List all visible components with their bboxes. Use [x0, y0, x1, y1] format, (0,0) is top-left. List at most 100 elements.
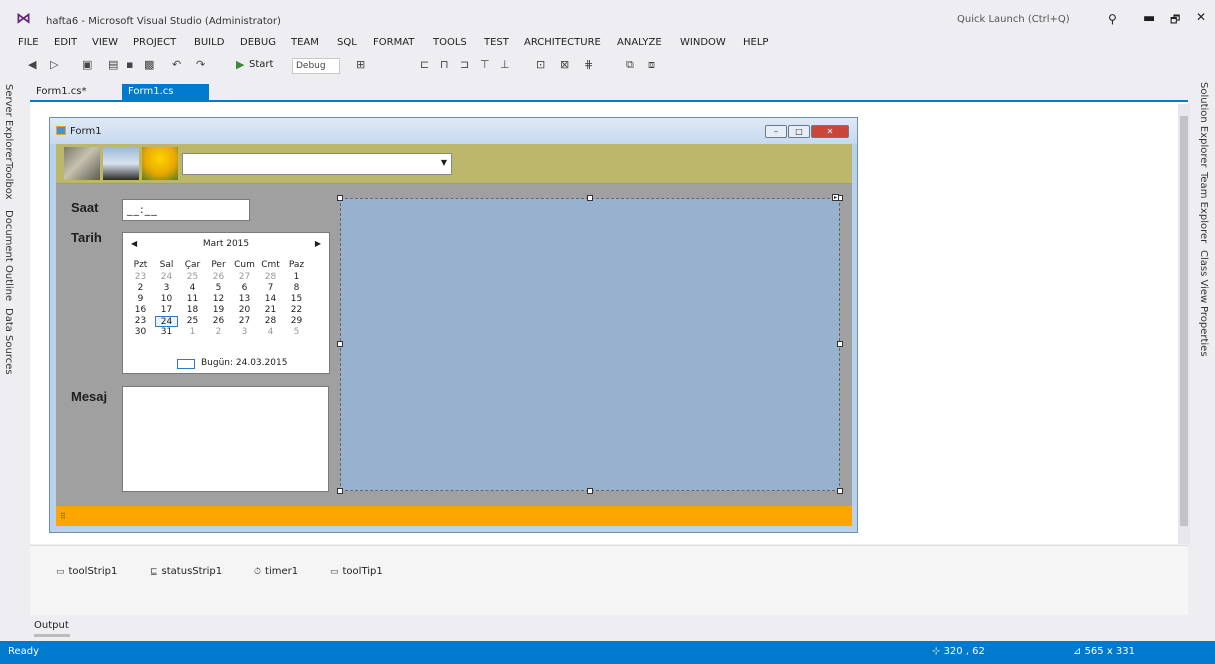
calendar-day[interactable]: 1 — [181, 327, 204, 338]
start-icon[interactable]: ▶ — [236, 56, 244, 74]
menu-build[interactable]: BUILD — [194, 37, 224, 48]
tab-form1-cs[interactable]: Form1.cs* — [30, 84, 92, 100]
calendar-day[interactable]: 29 — [285, 316, 308, 327]
spacing-icon[interactable]: ⋕ — [584, 56, 593, 74]
penguins-image-button[interactable] — [103, 147, 139, 180]
calendar-day[interactable]: 10 — [155, 294, 178, 305]
calendar-day[interactable]: 6 — [233, 283, 256, 294]
calendar-day[interactable]: 3 — [155, 283, 178, 294]
form-close-button[interactable]: ✕ — [811, 125, 849, 138]
calendar-day[interactable]: 1 — [285, 272, 308, 283]
tab-form1-design[interactable]: Form1.cs [Design]*⊸✕ — [122, 84, 210, 113]
resize-handle[interactable] — [337, 195, 343, 201]
toolbox-tab[interactable]: Toolbox — [3, 162, 14, 200]
menu-test[interactable]: TEST — [484, 37, 509, 48]
bring-front-icon[interactable]: ⧉ — [626, 56, 634, 74]
menu-project[interactable]: PROJECT — [133, 37, 176, 48]
vertical-scrollbar[interactable] — [1178, 104, 1190, 544]
tray-statusstrip[interactable]: ⊑ statusStrip1 — [150, 566, 222, 577]
calendar-day[interactable]: 13 — [233, 294, 256, 305]
resize-handle[interactable] — [337, 488, 343, 494]
calendar-day[interactable]: 3 — [233, 327, 256, 338]
calendar-day[interactable]: 30 — [129, 327, 152, 338]
restore-button[interactable]: 🗗 — [1170, 11, 1180, 30]
calendar-day[interactable]: 5 — [285, 327, 308, 338]
calendar-day[interactable]: 4 — [259, 327, 282, 338]
align-grid-icon[interactable]: ⊞ — [356, 56, 365, 74]
calendar-day[interactable]: 9 — [129, 294, 152, 305]
quick-launch-input[interactable]: Quick Launch (Ctrl+Q) — [955, 10, 1107, 30]
calendar-day[interactable]: 25 — [181, 316, 204, 327]
menu-team[interactable]: TEAM — [291, 37, 319, 48]
toolstrip-combobox[interactable]: ▼ — [182, 153, 452, 175]
saat-masked-input[interactable]: __:__ — [122, 199, 250, 221]
mesaj-textbox[interactable] — [122, 386, 329, 492]
close-button[interactable]: ✕ — [1196, 10, 1206, 24]
menu-edit[interactable]: EDIT — [54, 37, 77, 48]
calendar-day[interactable]: 20 — [233, 305, 256, 316]
calendar-day[interactable]: 8 — [285, 283, 308, 294]
menu-tools[interactable]: TOOLS — [433, 37, 467, 48]
output-tab[interactable]: Output — [34, 620, 69, 631]
calendar-day[interactable]: 19 — [207, 305, 230, 316]
calendar-today-link[interactable]: Bugün: 24.03.2015 — [201, 358, 287, 368]
align-right-icon[interactable]: ⊐ — [460, 56, 469, 74]
calendar-day[interactable]: 27 — [233, 316, 256, 327]
data-sources-tab[interactable]: Data Sources — [3, 308, 14, 375]
send-back-icon[interactable]: ⧈ — [648, 56, 655, 74]
new-project-icon[interactable]: ▣ — [82, 56, 92, 74]
calendar-day[interactable]: 22 — [285, 305, 308, 316]
calendar-day[interactable]: 28 — [259, 272, 282, 283]
scrollbar-thumb[interactable] — [1180, 116, 1188, 526]
tray-toolstrip[interactable]: ▭ toolStrip1 — [56, 566, 117, 577]
calendar-day[interactable]: 18 — [181, 305, 204, 316]
start-button[interactable]: Start — [249, 56, 273, 74]
server-explorer-tab[interactable]: Server Explorer — [3, 84, 14, 162]
menu-window[interactable]: WINDOW — [680, 37, 726, 48]
menu-view[interactable]: VIEW — [92, 37, 118, 48]
calendar-day[interactable]: 15 — [285, 294, 308, 305]
configuration-select[interactable]: Debug — [292, 58, 340, 74]
calendar-day[interactable]: 27 — [233, 272, 256, 283]
tulips-image-button[interactable] — [142, 147, 178, 180]
save-all-icon[interactable]: ▩ — [144, 56, 154, 74]
calendar-day[interactable]: 24 — [155, 316, 178, 327]
forward-icon[interactable]: ▷ — [50, 56, 58, 74]
tray-tooltip[interactable]: ▭ toolTip1 — [330, 566, 383, 577]
calendar-day[interactable]: 2 — [129, 283, 152, 294]
selected-panel[interactable] — [340, 198, 840, 491]
menu-debug[interactable]: DEBUG — [240, 37, 276, 48]
calendar-day[interactable]: 16 — [129, 305, 152, 316]
calendar-day[interactable]: 23 — [129, 272, 152, 283]
koala-image-button[interactable] — [64, 147, 100, 180]
team-explorer-tab[interactable]: Team Explorer — [1198, 172, 1209, 243]
class-view-tab[interactable]: Class View — [1198, 250, 1209, 303]
resize-handle[interactable] — [587, 195, 593, 201]
align-left-icon[interactable]: ⊏ — [420, 56, 429, 74]
smart-tag-icon[interactable]: ▸ — [832, 194, 839, 201]
solution-explorer-tab[interactable]: Solution Explorer — [1198, 82, 1209, 168]
calendar-day[interactable]: 21 — [259, 305, 282, 316]
align-center-icon[interactable]: ⊓ — [440, 56, 449, 74]
next-month-icon[interactable]: ▶ — [315, 239, 321, 248]
calendar-day[interactable]: 28 — [259, 316, 282, 327]
calendar-month-title[interactable]: Mart 2015 — [123, 239, 329, 253]
menu-help[interactable]: HELP — [743, 37, 768, 48]
search-icon[interactable]: ⚲ — [1108, 12, 1117, 26]
calendar-day[interactable]: 26 — [207, 316, 230, 327]
resize-handle[interactable] — [337, 341, 343, 347]
menu-sql[interactable]: SQL — [337, 37, 357, 48]
calendar-day[interactable]: 7 — [259, 283, 282, 294]
calendar-day[interactable]: 25 — [181, 272, 204, 283]
calendar-day[interactable]: 11 — [181, 294, 204, 305]
align-top-icon[interactable]: ⊤ — [480, 56, 490, 74]
form-minimize-button[interactable]: – — [765, 125, 787, 138]
size-grid-icon[interactable]: ⊠ — [560, 56, 569, 74]
calendar-day[interactable]: 14 — [259, 294, 282, 305]
menu-analyze[interactable]: ANALYZE — [617, 37, 662, 48]
calendar-day[interactable]: 26 — [207, 272, 230, 283]
open-file-icon[interactable]: ▤ — [108, 56, 118, 74]
statusstrip[interactable]: ⠿ — [56, 506, 852, 526]
menu-file[interactable]: FILE — [18, 37, 39, 48]
undo-icon[interactable]: ↶ — [172, 56, 181, 74]
